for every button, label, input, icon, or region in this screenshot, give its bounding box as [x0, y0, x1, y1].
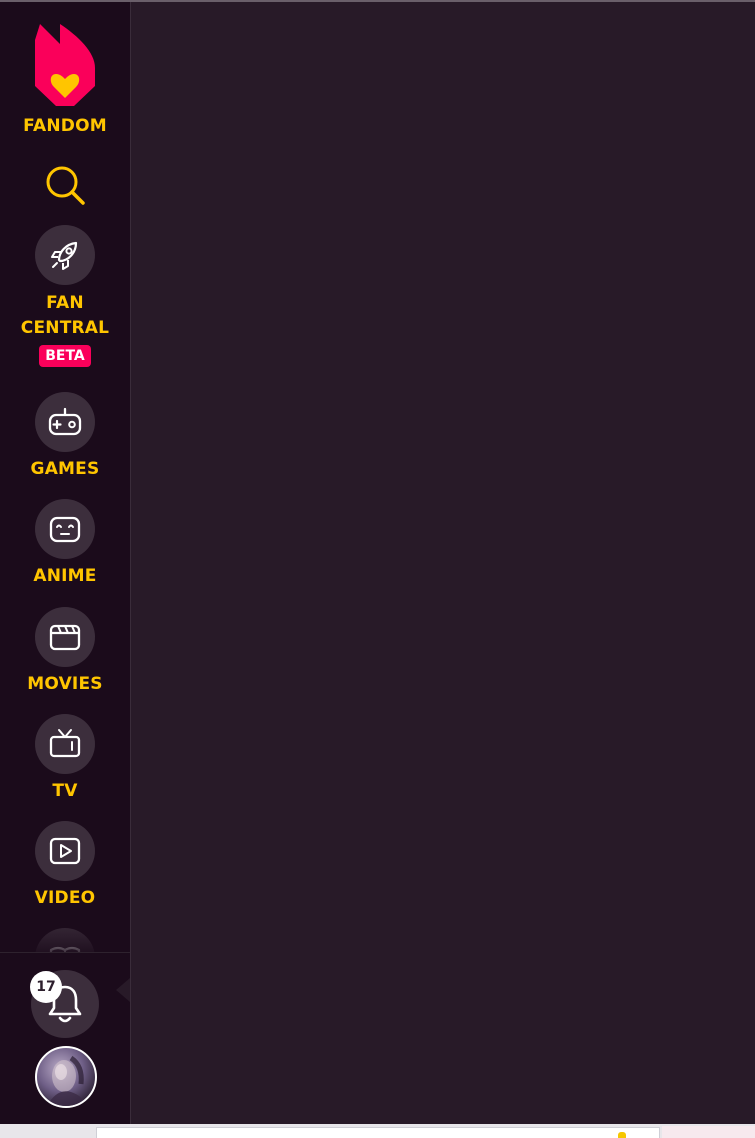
scroll-fade-overlay — [0, 917, 130, 957]
video-label: VIDEO — [34, 888, 96, 908]
search-button[interactable] — [40, 162, 90, 208]
nav-item-fan-central[interactable]: FAN CENTRAL BETA — [0, 225, 130, 367]
search-icon — [46, 166, 85, 205]
gamepad-icon — [48, 407, 82, 436]
bottom-bar-indicator — [618, 1132, 626, 1138]
movies-icon-circle — [35, 607, 95, 667]
games-label: GAMES — [30, 459, 100, 479]
fan-central-icon-circle — [35, 225, 95, 285]
play-icon — [49, 837, 81, 865]
page: FANDOM FAN CENTRAL BETA GAMES ANIME MOVI… — [0, 0, 755, 1138]
movies-label: MOVIES — [27, 674, 103, 694]
user-avatar[interactable] — [35, 1046, 97, 1108]
clapperboard-icon — [49, 624, 81, 651]
anime-face-icon — [49, 516, 81, 543]
nav-item-tv[interactable]: TV — [0, 714, 130, 804]
notifications-pointer — [116, 978, 130, 1002]
beta-badge: BETA — [39, 345, 91, 367]
fandom-label: FANDOM — [23, 116, 107, 136]
nav-item-anime[interactable]: ANIME — [0, 499, 130, 589]
games-icon-circle — [35, 392, 95, 452]
notification-count-badge: 17 — [30, 971, 62, 1003]
fandom-flame-logo-icon — [35, 24, 95, 106]
avatar-image — [47, 1055, 87, 1106]
bottom-bar-right-segment — [662, 1126, 755, 1138]
tv-icon — [49, 729, 81, 758]
fan-central-label-line1: FAN — [46, 293, 84, 313]
nav-item-movies[interactable]: MOVIES — [0, 607, 130, 697]
rocket-icon — [51, 241, 78, 270]
anime-label: ANIME — [33, 566, 97, 586]
bottom-bar-field — [96, 1127, 660, 1138]
tv-label: TV — [52, 781, 78, 801]
anime-icon-circle — [35, 499, 95, 559]
fan-central-label-line2: CENTRAL — [20, 318, 110, 338]
fandom-logo-link[interactable]: FANDOM — [0, 18, 130, 139]
tv-icon-circle — [35, 714, 95, 774]
nav-item-games[interactable]: GAMES — [0, 392, 130, 482]
video-icon-circle — [35, 821, 95, 881]
nav-item-video[interactable]: VIDEO — [0, 821, 130, 911]
